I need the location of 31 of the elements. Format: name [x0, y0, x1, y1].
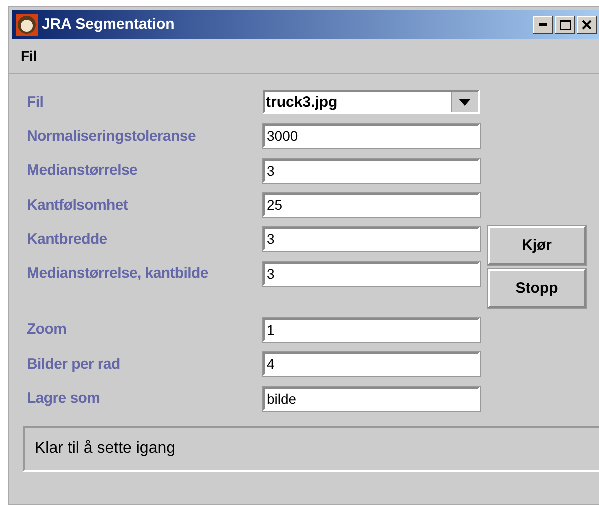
field-label: Lagre som	[26, 390, 102, 408]
minimize-icon	[539, 23, 547, 26]
input-field[interactable]: 4	[263, 352, 480, 376]
close-icon	[582, 20, 592, 30]
input-field[interactable]: bilde	[263, 386, 480, 411]
field-label: Kantfølsomhet	[26, 196, 130, 214]
action-button[interactable]: Stopp	[488, 269, 586, 308]
menu-item[interactable]: Fil	[21, 48, 38, 64]
input-field[interactable]: 1	[263, 318, 480, 342]
input-field[interactable]: 3	[263, 227, 480, 252]
close-button[interactable]	[577, 16, 597, 34]
input-field[interactable]: 3000	[263, 124, 480, 148]
field-label: Normaliseringstoleranse	[26, 128, 197, 145]
action-button[interactable]: Kjør	[488, 226, 586, 265]
field-label: Fil	[26, 94, 45, 111]
input-field[interactable]: 25	[263, 193, 480, 218]
minimize-button[interactable]	[533, 16, 553, 34]
field-label: Kantbredde	[26, 230, 108, 248]
input-field[interactable]: 3	[263, 158, 480, 183]
field-label: Zoom	[26, 321, 68, 338]
field-label: Medianstørrelse	[26, 162, 139, 180]
maximize-icon	[560, 20, 570, 30]
field-label: Bilder per rad	[26, 356, 122, 373]
input-field[interactable]: 3	[263, 262, 480, 286]
maximize-button[interactable]	[555, 16, 575, 34]
field-label: Medianstørrelse, kantbilde	[26, 265, 210, 282]
window-title: JRA Segmentation	[42, 16, 176, 33]
status-bar: Klar til å sette igang	[23, 426, 599, 472]
dropdown-arrow-icon[interactable]	[459, 98, 471, 106]
file-dropdown[interactable]: truck3.jpg	[263, 90, 480, 114]
app-icon	[16, 14, 38, 36]
